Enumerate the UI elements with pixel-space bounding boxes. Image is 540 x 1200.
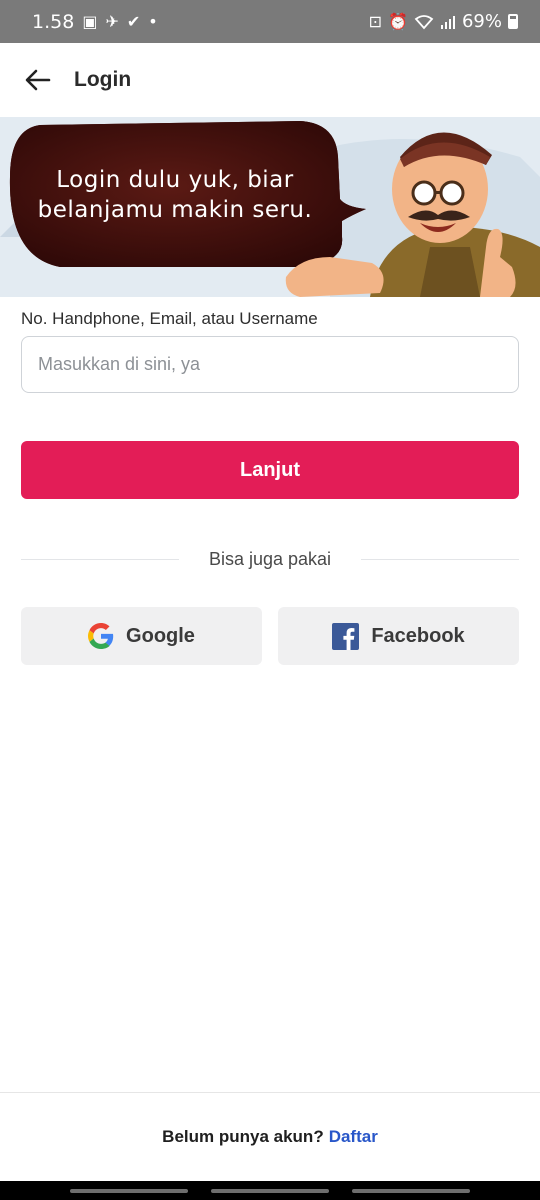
- nav-back-button[interactable]: [352, 1188, 471, 1193]
- status-time: 1.58: [32, 10, 75, 33]
- google-label: Google: [126, 624, 195, 647]
- status-right: ⊡ ⏰ 69%: [369, 11, 518, 32]
- divider-line-left: [21, 558, 179, 560]
- banner-text: Login dulu yuk, biar belanjamu makin ser…: [30, 165, 320, 225]
- app-bar: Login: [0, 43, 540, 117]
- nav-recents-button[interactable]: [69, 1188, 188, 1193]
- login-banner: Login dulu yuk, biar belanjamu makin ser…: [0, 117, 540, 297]
- status-bar: 1.58 ▣ ✈ ✔ • ⊡ ⏰ 69%: [0, 0, 540, 43]
- signup-link[interactable]: Daftar: [329, 1127, 378, 1147]
- continue-button[interactable]: Lanjut: [21, 441, 519, 499]
- identifier-input[interactable]: [21, 336, 519, 393]
- facebook-login-button[interactable]: Facebook: [278, 607, 519, 665]
- banner-text-line-2: belanjamu makin seru.: [37, 197, 313, 223]
- facebook-icon: [332, 622, 360, 650]
- facebook-label: Facebook: [371, 624, 465, 647]
- google-icon: [88, 623, 114, 649]
- identifier-label: No. Handphone, Email, atau Username: [21, 309, 318, 328]
- page-title: Login: [74, 68, 132, 91]
- divider-line-right: [361, 558, 519, 560]
- check-icon: ✔: [126, 12, 141, 31]
- gallery-icon: ▣: [82, 12, 98, 31]
- alt-login-divider: Bisa juga pakai: [21, 545, 519, 573]
- status-left: 1.58 ▣ ✈ ✔ •: [32, 11, 158, 33]
- battery-icon: [508, 14, 518, 29]
- battery-percent: 69%: [461, 11, 502, 32]
- dot-icon: •: [148, 12, 158, 31]
- wifi-icon: [414, 14, 434, 29]
- google-login-button[interactable]: Google: [21, 607, 262, 665]
- divider-text: Bisa juga pakai: [208, 548, 332, 569]
- signup-footer: Belum punya akun? Daftar: [0, 1092, 540, 1181]
- lock-icon: ⊡: [368, 12, 383, 31]
- system-nav-bar: [0, 1181, 540, 1200]
- arrow-left-icon: [25, 69, 51, 91]
- alarm-icon: ⏰: [388, 12, 408, 31]
- back-button[interactable]: [24, 66, 52, 94]
- nav-home-button[interactable]: [210, 1188, 329, 1193]
- banner-text-line-1: Login dulu yuk, biar: [56, 167, 294, 193]
- signup-prompt: Belum punya akun?: [162, 1127, 324, 1146]
- bird-icon: ✈: [105, 12, 119, 31]
- signal-icon: [440, 15, 455, 29]
